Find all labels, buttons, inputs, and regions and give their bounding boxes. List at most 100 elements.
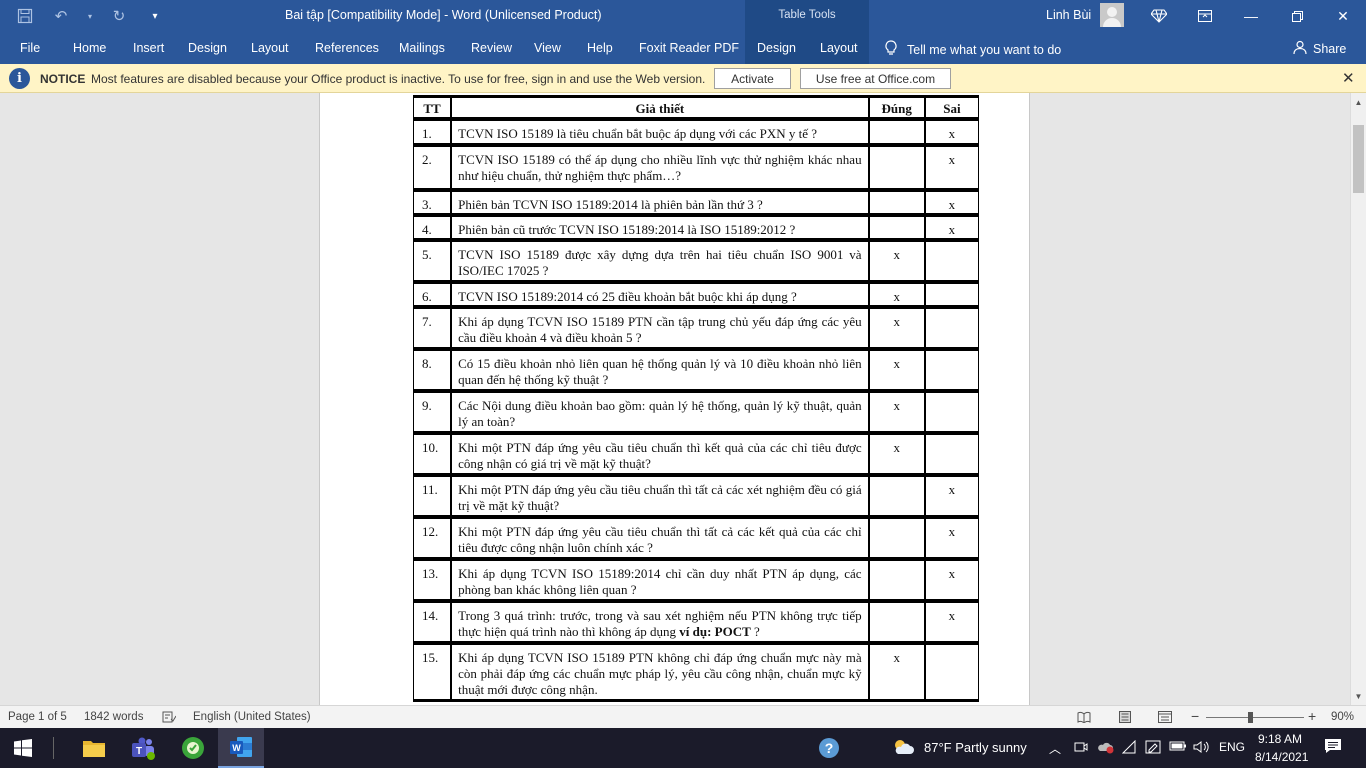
row-question[interactable]: TCVN ISO 15189 là tiêu chuẩn bắt buộc áp… <box>451 120 869 144</box>
use-free-office-button[interactable]: Use free at Office.com <box>800 68 951 89</box>
row-dung[interactable] <box>868 146 925 189</box>
row-question[interactable]: Có 15 điều khoản nhỏ liên quan hệ thống … <box>451 350 869 390</box>
row-number[interactable]: 3. <box>413 191 452 214</box>
row-dung[interactable]: x <box>868 644 925 700</box>
wifi-icon[interactable] <box>1121 739 1138 757</box>
header-gia-thiet[interactable]: Giả thiết <box>451 97 869 118</box>
zoom-level[interactable]: 90% <box>1331 711 1354 723</box>
tab-layout[interactable]: Layout <box>251 41 289 55</box>
restore-icon[interactable] <box>1274 0 1320 32</box>
row-number[interactable]: 2. <box>413 146 452 189</box>
volume-icon[interactable] <box>1193 740 1209 757</box>
row-sai[interactable]: x <box>924 560 979 600</box>
header-dung[interactable]: Đúng <box>868 97 925 118</box>
tab-table-design[interactable]: Design <box>757 41 796 55</box>
row-dung[interactable]: x <box>868 392 925 432</box>
tab-design[interactable]: Design <box>188 41 227 55</box>
customize-qat-icon[interactable]: ▾ <box>144 6 166 26</box>
row-question[interactable]: Trong 3 quá trình: trước, trong và sau x… <box>451 602 869 642</box>
avatar[interactable] <box>1100 3 1124 27</box>
row-sai[interactable]: x <box>924 602 979 642</box>
row-sai[interactable]: x <box>924 518 979 558</box>
tab-home[interactable]: Home <box>73 41 106 55</box>
row-sai[interactable] <box>924 241 979 281</box>
row-number[interactable]: 13. <box>413 560 452 600</box>
row-number[interactable]: 11. <box>413 476 452 516</box>
row-sai[interactable]: x <box>924 476 979 516</box>
clock-time[interactable]: 9:18 AM <box>1258 732 1302 746</box>
battery-icon[interactable] <box>1169 740 1187 755</box>
clock-date[interactable]: 8/14/2021 <box>1255 750 1308 764</box>
file-explorer-icon[interactable] <box>71 728 117 768</box>
row-sai[interactable] <box>924 392 979 432</box>
row-number[interactable]: 4. <box>413 216 452 239</box>
row-question[interactable]: Khi một PTN đáp ứng yêu cầu tiêu chuẩn t… <box>451 476 869 516</box>
row-question[interactable]: Khi áp dụng TCVN ISO 15189:2014 chỉ cần … <box>451 560 869 600</box>
print-layout-icon[interactable] <box>1119 711 1131 726</box>
zoom-out-icon[interactable]: − <box>1191 708 1199 724</box>
row-number[interactable]: 7. <box>413 308 452 348</box>
row-dung[interactable] <box>868 560 925 600</box>
row-dung[interactable]: x <box>868 308 925 348</box>
row-dung[interactable] <box>868 602 925 642</box>
tab-file[interactable]: File <box>20 41 40 55</box>
proofing-icon[interactable] <box>162 711 177 726</box>
row-dung[interactable]: x <box>868 350 925 390</box>
word-taskbar-icon[interactable]: W <box>218 728 264 768</box>
scroll-down-icon[interactable]: ▼ <box>1351 689 1366 703</box>
onedrive-icon[interactable] <box>1097 740 1115 757</box>
vertical-scrollbar[interactable]: ▲ ▼ <box>1350 93 1366 705</box>
row-question[interactable]: Phiên bản TCVN ISO 15189:2014 là phiên b… <box>451 191 869 214</box>
row-sai[interactable]: x <box>924 120 979 144</box>
activate-button[interactable]: Activate <box>714 68 791 89</box>
row-sai[interactable]: x <box>924 191 979 214</box>
meet-now-icon[interactable] <box>1074 740 1088 757</box>
share-button[interactable]: Share <box>1293 40 1346 57</box>
row-number[interactable]: 10. <box>413 434 452 474</box>
row-dung[interactable] <box>868 120 925 144</box>
row-sai[interactable]: x <box>924 146 979 189</box>
row-number[interactable]: 8. <box>413 350 452 390</box>
scroll-up-icon[interactable]: ▲ <box>1351 95 1366 109</box>
ribbon-display-options-icon[interactable] <box>1182 0 1228 32</box>
row-dung[interactable]: x <box>868 434 925 474</box>
row-question[interactable]: Khi một PTN đáp ứng yêu cầu tiêu chuẩn t… <box>451 434 869 474</box>
user-name[interactable]: Linh Bùi <box>1046 8 1091 22</box>
tab-review[interactable]: Review <box>471 41 512 55</box>
zoom-slider-thumb[interactable] <box>1248 712 1254 723</box>
row-question[interactable]: Các Nội dung điều khoản bao gồm: quản lý… <box>451 392 869 432</box>
input-language[interactable]: ENG <box>1219 740 1245 754</box>
tell-me-search[interactable]: Tell me what you want to do <box>885 40 1061 59</box>
weather-text[interactable]: 87°F Partly sunny <box>924 740 1027 755</box>
close-icon[interactable]: ✕ <box>1320 0 1366 32</box>
weather-icon[interactable] <box>892 738 914 759</box>
row-sai[interactable]: x <box>924 216 979 239</box>
notifications-icon[interactable] <box>1324 738 1342 757</box>
questions-table[interactable]: TT Giả thiết Đúng Sai 1. TCVN ISO 15189 … <box>413 95 979 702</box>
diamond-icon[interactable] <box>1136 0 1182 32</box>
help-icon[interactable]: ? <box>806 728 852 768</box>
row-question[interactable]: TCVN ISO 15189:2014 có 25 điều khoản bắt… <box>451 283 869 306</box>
row-dung[interactable]: x <box>868 241 925 281</box>
page-count[interactable]: Page 1 of 5 <box>8 711 67 723</box>
language[interactable]: English (United States) <box>193 711 311 723</box>
row-sai[interactable] <box>924 644 979 700</box>
header-sai[interactable]: Sai <box>924 97 979 118</box>
row-dung[interactable] <box>868 518 925 558</box>
tab-help[interactable]: Help <box>587 41 613 55</box>
tab-references[interactable]: References <box>315 41 379 55</box>
windows-start-icon[interactable] <box>0 728 46 768</box>
redo-icon[interactable]: ↻ <box>108 6 130 26</box>
row-sai[interactable] <box>924 434 979 474</box>
row-question[interactable]: Khi áp dụng TCVN ISO 15189 PTN cần tập t… <box>451 308 869 348</box>
tab-table-layout[interactable]: Layout <box>820 41 858 55</box>
tab-insert[interactable]: Insert <box>133 41 164 55</box>
read-mode-icon[interactable] <box>1077 711 1091 726</box>
browser-icon[interactable] <box>170 728 216 768</box>
row-number[interactable]: 1. <box>413 120 452 144</box>
row-dung[interactable] <box>868 216 925 239</box>
minimize-icon[interactable]: — <box>1228 0 1274 32</box>
show-hidden-icons-icon[interactable]: ︿ <box>1049 740 1061 757</box>
zoom-in-icon[interactable]: + <box>1308 708 1316 724</box>
row-sai[interactable] <box>924 283 979 306</box>
